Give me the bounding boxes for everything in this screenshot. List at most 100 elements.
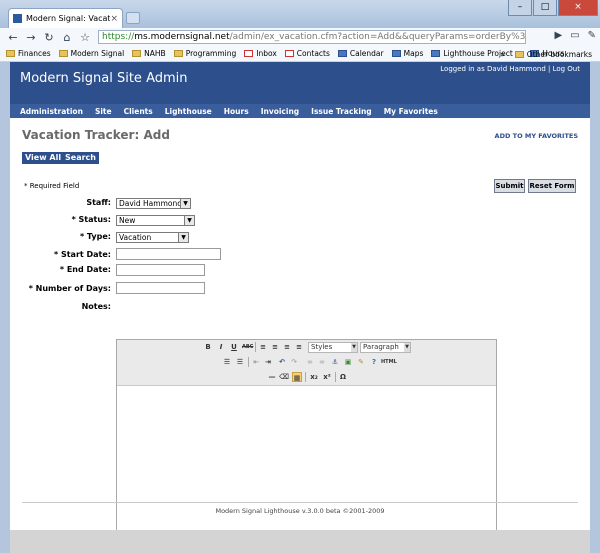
horizontal-rule-icon[interactable]: —	[267, 372, 277, 382]
ordered-list-icon[interactable]: ☰	[235, 357, 245, 367]
nav-item-my-favorites[interactable]: My Favorites	[384, 107, 438, 116]
home-icon[interactable]: ⌂	[60, 31, 74, 44]
strikethrough-button[interactable]: ABC	[242, 342, 253, 352]
bookmarks-bar: Finances Modern Signal NAHB Programming Inbo…	[0, 46, 600, 62]
reload-icon[interactable]: ↻	[42, 31, 56, 44]
underline-button[interactable]: U	[229, 342, 239, 352]
folder-icon	[173, 50, 183, 57]
cleanup-icon[interactable]: ✎	[356, 357, 366, 367]
nav-item-invoicing[interactable]: Invoicing	[261, 107, 299, 116]
nav-item-administration[interactable]: Administration	[20, 107, 83, 116]
bookmark-star-icon[interactable]: ☆	[78, 31, 92, 44]
styles-combo-label: Styles	[311, 343, 333, 351]
type-select[interactable]: Vacation ▼	[116, 232, 189, 243]
type-label: * Type:	[79, 232, 111, 241]
nav-item-lighthouse[interactable]: Lighthouse	[165, 107, 212, 116]
add-to-favorites-link[interactable]: ADD TO MY FAVORITES	[495, 132, 578, 140]
staff-label: Staff:	[86, 198, 111, 207]
url-scheme: https://	[102, 32, 135, 42]
bookmark-item[interactable]: NAHB	[132, 49, 166, 58]
html-source-icon[interactable]: HTML	[381, 357, 397, 367]
bookmark-label: Inbox	[256, 49, 277, 58]
anchor-icon[interactable]: ⚓	[330, 357, 340, 367]
unordered-list-icon[interactable]: ☰	[222, 357, 232, 367]
align-right-icon[interactable]: ≡	[282, 342, 292, 352]
special-character-button[interactable]: Ω	[338, 372, 348, 382]
table-icon[interactable]: ▦	[292, 372, 302, 382]
chevron-down-icon: ▼	[351, 343, 357, 352]
staff-select[interactable]: David Hammond ▼	[116, 198, 191, 209]
bookmark-item[interactable]: Maps	[391, 49, 424, 58]
redo-icon[interactable]: ↷	[289, 357, 299, 367]
italic-button[interactable]: I	[216, 342, 226, 352]
undo-icon[interactable]: ↶	[277, 357, 287, 367]
notes-editor[interactable]: B I U ABC ≡ ≡ ≡ ≡ Styles ▼ Paragraph ▼ ☰ ☰…	[116, 339, 497, 532]
address-bar[interactable]: https://ms.modernsignal.net/admin/ex_vac…	[98, 30, 526, 44]
outdent-icon[interactable]: ⇤	[251, 357, 261, 367]
site-title: Modern Signal Site Admin	[20, 71, 188, 86]
tab-title: Modern Signal: Vacation ...	[26, 14, 111, 23]
window-controls: – □ ×	[507, 0, 598, 16]
bookmark-item[interactable]: Modern Signal	[58, 49, 125, 58]
other-bookmarks-label: Other bookmarks	[526, 49, 592, 59]
bookmark-label: NAHB	[144, 49, 166, 58]
nav-item-clients[interactable]: Clients	[124, 107, 153, 116]
image-icon[interactable]: ▣	[343, 357, 353, 367]
bookmarks-overflow[interactable]: » Other bookmarks	[500, 46, 592, 62]
folder-icon	[6, 50, 15, 57]
back-icon[interactable]: ←	[6, 31, 20, 44]
nav-item-hours[interactable]: Hours	[224, 107, 249, 116]
start-date-field[interactable]	[116, 248, 221, 260]
page-menu-icon[interactable]: ▭	[570, 30, 579, 41]
help-icon[interactable]: ?	[369, 357, 379, 367]
type-value: Vacation	[119, 233, 152, 242]
remove-format-icon[interactable]: ⌫	[279, 372, 289, 382]
go-icon[interactable]: ▶	[554, 30, 562, 41]
minimize-button[interactable]: –	[508, 0, 532, 16]
link-icon[interactable]: ∞	[305, 357, 315, 367]
bookmark-item[interactable]: Contacts	[284, 49, 330, 58]
chevron-right-icon: »	[500, 49, 505, 59]
nav-item-issue-tracking[interactable]: Issue Tracking	[311, 107, 372, 116]
content-area: Vacation Tracker: Add ADD TO MY FAVORITE…	[10, 118, 590, 553]
calendar-icon	[337, 50, 347, 57]
reset-button-top[interactable]: Reset Form	[528, 179, 576, 193]
chevron-down-icon: ▼	[180, 199, 190, 208]
bookmark-label: Modern Signal	[70, 49, 125, 58]
align-justify-icon[interactable]: ≡	[294, 342, 304, 352]
bookmark-item[interactable]: Calendar	[337, 49, 384, 58]
forward-icon[interactable]: →	[24, 31, 38, 44]
align-left-icon[interactable]: ≡	[258, 342, 268, 352]
bookmark-item[interactable]: Programming	[173, 49, 236, 58]
new-tab-button[interactable]	[126, 12, 140, 24]
number-of-days-field[interactable]	[116, 282, 205, 294]
browser-tab[interactable]: Modern Signal: Vacation ... ×	[8, 8, 123, 28]
submit-button-top[interactable]: Submit	[494, 179, 525, 193]
indent-icon[interactable]: ⇥	[263, 357, 273, 367]
end-date-field[interactable]	[116, 264, 205, 276]
nav-item-site[interactable]: Site	[95, 107, 112, 116]
bold-button[interactable]: B	[203, 342, 213, 352]
styles-combo[interactable]: Styles ▼	[308, 342, 358, 353]
close-window-button[interactable]: ×	[558, 0, 598, 16]
footer-divider	[22, 502, 578, 503]
bookmark-item[interactable]: Inbox	[244, 49, 277, 58]
tab-close-icon[interactable]: ×	[110, 14, 118, 24]
toolbar-right: ▶ ▭ ✎	[546, 30, 596, 41]
align-center-icon[interactable]: ≡	[270, 342, 280, 352]
subscript-button[interactable]: x₂	[309, 372, 319, 382]
number-of-days-label: * Number of Days:	[28, 284, 111, 293]
login-status[interactable]: Logged in as David Hammond | Log Out	[440, 65, 580, 73]
status-select[interactable]: New ▼	[116, 215, 195, 226]
folder-icon	[58, 50, 68, 57]
bookmark-item[interactable]: Finances	[6, 49, 51, 58]
maximize-button[interactable]: □	[533, 0, 557, 16]
paragraph-combo[interactable]: Paragraph ▼	[360, 342, 411, 353]
wrench-menu-icon[interactable]: ✎	[588, 30, 596, 41]
chevron-down-icon: ▼	[178, 233, 188, 242]
superscript-button[interactable]: x²	[322, 372, 332, 382]
bookmark-label: Maps	[403, 49, 424, 58]
unlink-icon[interactable]: ∞	[317, 357, 327, 367]
main-nav: Administration Site Clients Lighthouse Hours…	[10, 104, 590, 118]
chevron-down-icon: ▼	[404, 343, 410, 352]
